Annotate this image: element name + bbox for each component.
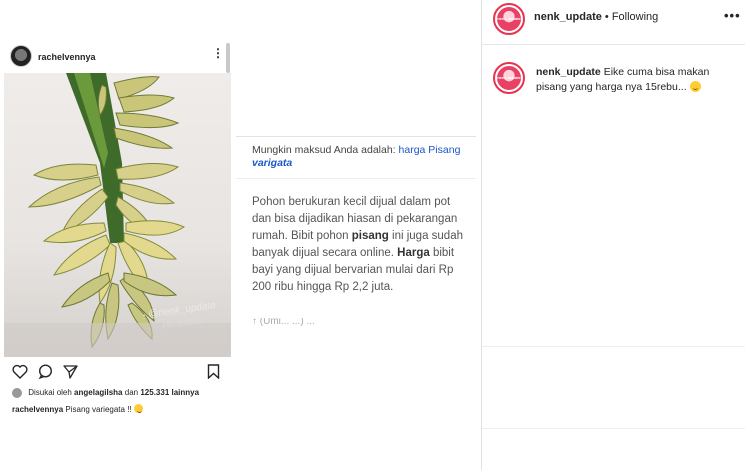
share-icon[interactable] <box>63 364 78 382</box>
post-caption: rachelvennya Pisang variegata !! <box>12 404 143 414</box>
comment-avatar[interactable]: nenk update <box>493 62 525 94</box>
scrollbar[interactable] <box>226 43 230 73</box>
grin-emoji-icon <box>133 404 143 413</box>
avatar-logo-text: nenk update <box>497 75 521 80</box>
header-avatar[interactable]: nenk update <box>493 3 525 35</box>
divider <box>236 136 476 137</box>
comment-username[interactable]: nenk_update <box>536 66 601 78</box>
snippet-cutoff: ↑ (Umi... ...) ... <box>252 318 315 326</box>
comment-item: nenk_update Eike cuma bisa makan pisang … <box>536 65 716 95</box>
liker-username[interactable]: angelagilsha <box>74 388 122 397</box>
divider <box>482 428 745 429</box>
following-status[interactable]: • Following <box>605 11 658 23</box>
header-user: nenk_update • Following <box>534 11 658 23</box>
post-avatar[interactable] <box>10 45 32 67</box>
divider <box>482 44 745 45</box>
grin-emoji-icon <box>689 81 701 92</box>
header-username[interactable]: nenk_update <box>534 11 602 23</box>
avatar-logo-text: nenk update <box>497 16 521 21</box>
likes-count[interactable]: 125.331 lainnya <box>140 388 199 397</box>
post-photo[interactable] <box>4 73 231 357</box>
divider <box>482 346 745 347</box>
heart-icon[interactable] <box>12 364 28 382</box>
liker-avatar <box>12 388 22 398</box>
likes-prefix: Disukai oleh <box>28 388 72 398</box>
caption-username[interactable]: rachelvennya <box>12 405 63 414</box>
bookmark-icon[interactable] <box>207 364 220 382</box>
did-you-mean: Mungkin maksud Anda adalah: harga Pisang… <box>252 144 467 170</box>
likes-summary: Disukai oleh angelagilsha dan 125.331 la… <box>12 388 199 398</box>
more-options-icon[interactable]: ⋮ <box>212 47 224 59</box>
post-username[interactable]: rachelvennya <box>38 52 96 62</box>
banana-plant-image <box>4 73 231 357</box>
caption-text: Pisang variegata !! <box>65 405 132 414</box>
comment-icon[interactable] <box>38 364 53 382</box>
did-you-mean-label: Mungkin maksud Anda adalah: <box>252 144 396 156</box>
likes-conjunction: dan <box>124 388 139 398</box>
more-options-icon[interactable]: ••• <box>724 8 741 23</box>
search-snippet: Pohon berukuran kecil dijual dalam pot d… <box>252 196 463 293</box>
divider <box>236 178 476 179</box>
